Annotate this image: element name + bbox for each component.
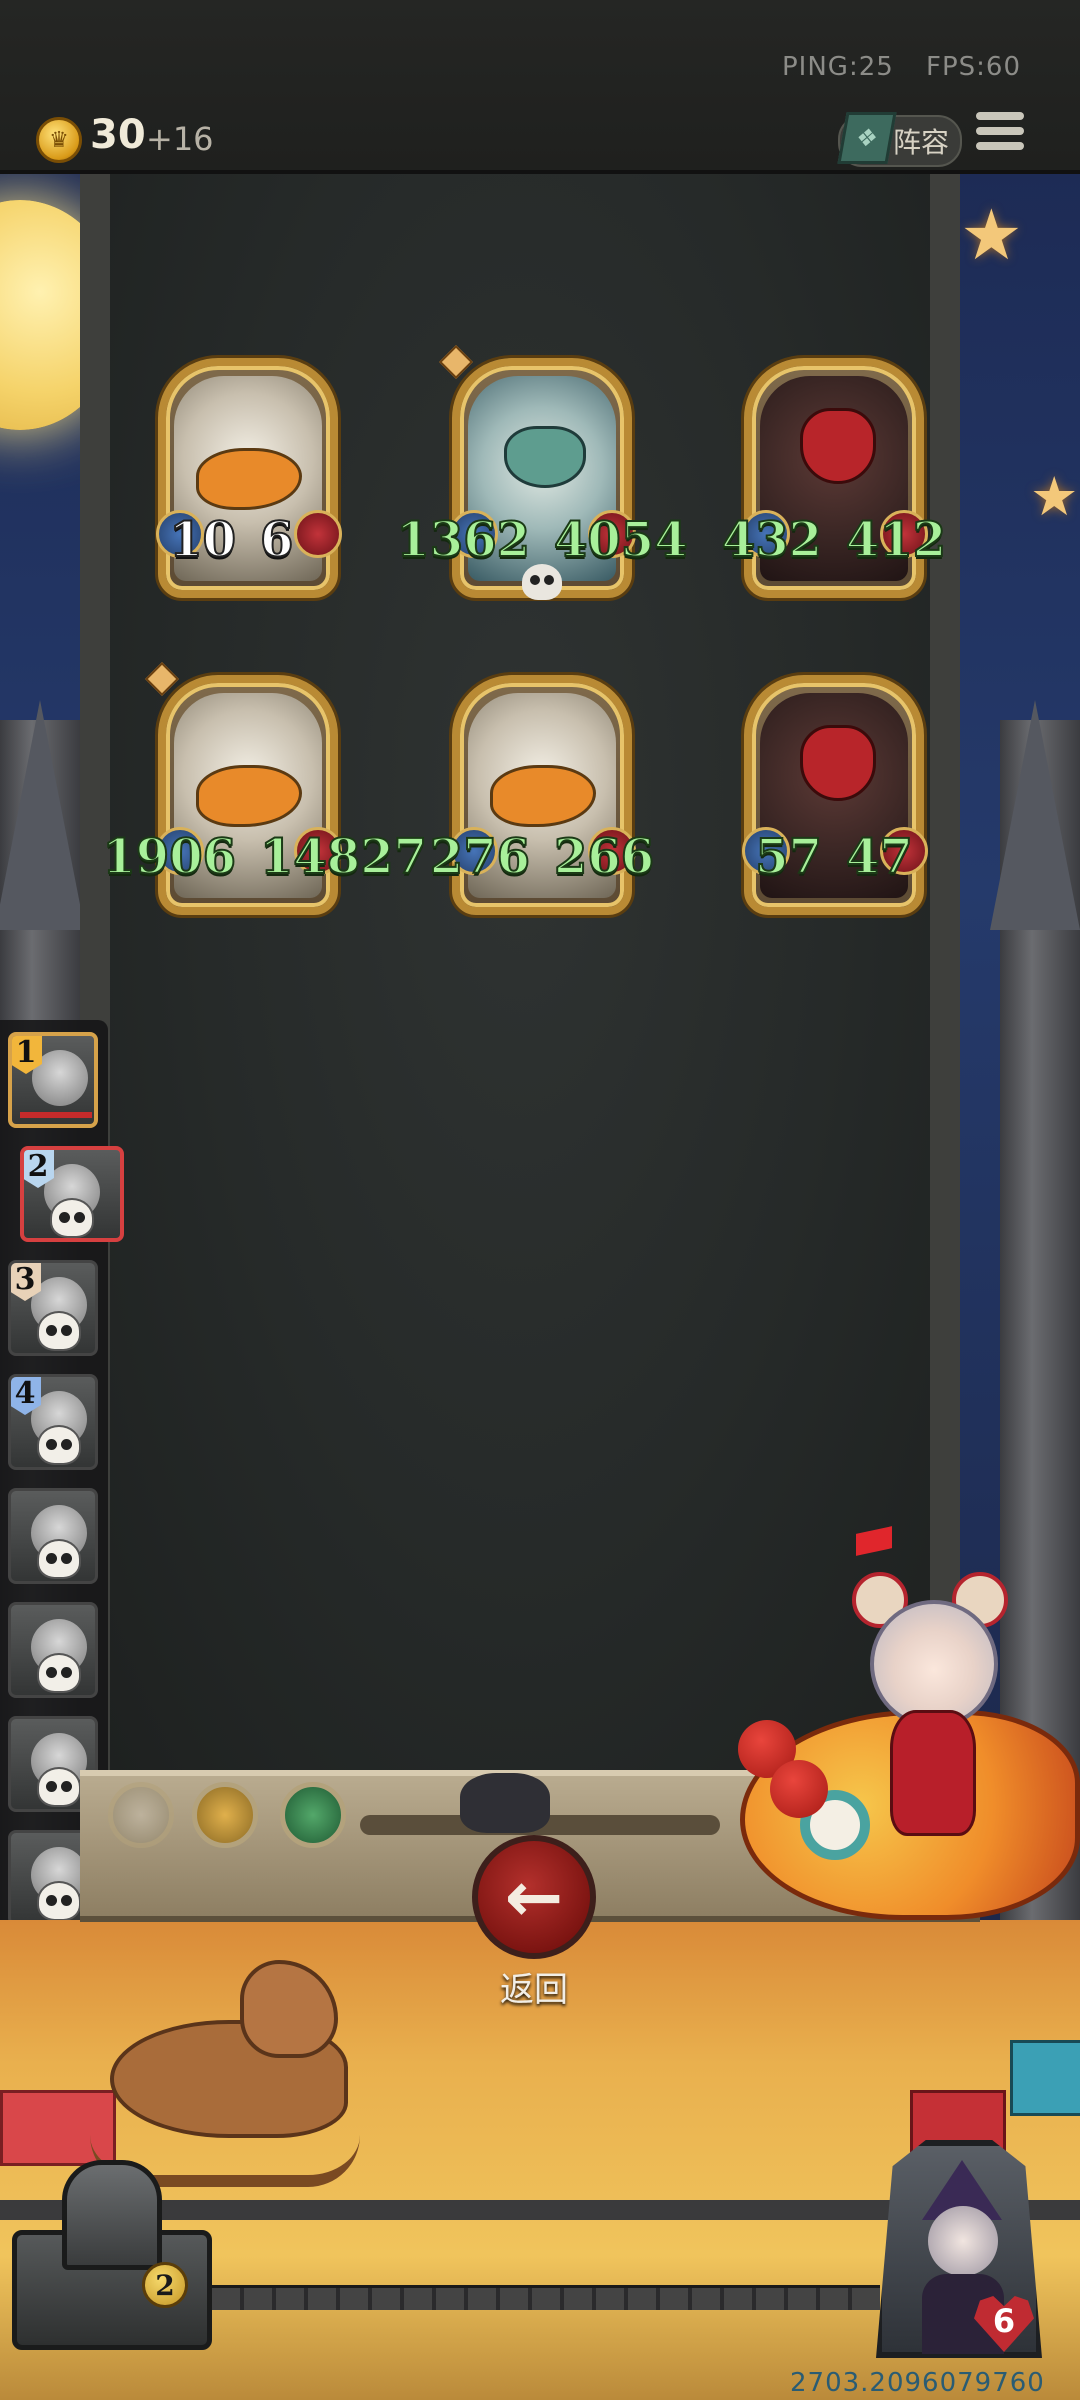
treasure-chest[interactable]: 2 <box>12 2160 212 2350</box>
lineup-button-label: 阵容 <box>893 126 950 159</box>
unit-card[interactable]: 10 6 <box>156 358 342 598</box>
unit-health: 4054 <box>553 511 689 569</box>
unit-card[interactable]: 432 412 <box>721 358 947 598</box>
book-icon: ❖ <box>837 112 897 164</box>
unit-attack: 57 <box>754 828 823 886</box>
unit-attack: 1906 <box>101 828 237 886</box>
left-spire <box>0 700 85 930</box>
unit-card[interactable]: 1906 14827 <box>101 662 428 915</box>
shop-slot-icon[interactable] <box>280 1782 346 1848</box>
skull-icon <box>37 1767 81 1807</box>
unit-attack: 432 <box>721 511 823 569</box>
unit-attack: 276 <box>429 828 531 886</box>
unit-health: 266 <box>553 828 655 886</box>
player-slot[interactable]: 3 <box>8 1260 98 1356</box>
back-button[interactable]: ← <box>472 1835 596 1959</box>
unit-card[interactable]: 1362 4054 <box>395 345 689 600</box>
red-ball-decoration <box>770 1760 828 1818</box>
right-spire <box>990 700 1080 930</box>
skull-icon <box>37 1425 81 1465</box>
star-decoration: ★ <box>960 194 1023 276</box>
top-hud: PING:25 FPS:60 ♛ 30 +16 ❖ 阵容 <box>0 0 1080 174</box>
unit-health: 6 <box>259 511 294 569</box>
skull-icon <box>37 1311 81 1351</box>
player-hero[interactable] <box>738 1560 1080 1960</box>
user-id: 2703.2096079760 <box>790 2368 1045 2398</box>
player-slot[interactable] <box>8 1488 98 1584</box>
game-screen: ★ ★ ★ ★ PING:25 FPS:60 ♛ 30 +16 ❖ 阵容 10 … <box>0 0 1080 2400</box>
skull-icon <box>522 564 562 600</box>
star-decoration: ★ <box>1030 465 1079 528</box>
rocking-horse-decoration <box>90 1960 370 2190</box>
shop-slot-icon[interactable] <box>192 1782 258 1848</box>
toy-block-decoration <box>1010 2040 1080 2116</box>
cat-icon <box>460 1773 550 1833</box>
ping-readout: PING:25 <box>782 52 894 82</box>
skull-icon <box>37 1881 81 1921</box>
arrow-left-icon: ← <box>504 1856 564 1938</box>
unit-card[interactable]: 57 47 <box>742 675 928 915</box>
player-slot[interactable] <box>8 1602 98 1698</box>
skull-icon <box>37 1653 81 1693</box>
hero-head <box>870 1600 998 1728</box>
player-slot[interactable]: 1 <box>8 1032 98 1128</box>
unit-card[interactable]: 276 266 <box>429 675 655 915</box>
player-hp: 6 <box>992 2302 1016 2340</box>
unit-attack: 10 <box>168 511 237 569</box>
unit-health: 412 <box>845 511 947 569</box>
player-face <box>928 2206 998 2276</box>
player-health-bar <box>20 1112 92 1118</box>
skull-icon <box>50 1198 94 1238</box>
unit-health: 47 <box>845 828 914 886</box>
gold-income: +16 <box>146 120 214 158</box>
gold-amount: 30 <box>90 112 146 158</box>
hero-body <box>890 1710 976 1836</box>
chest-count-badge: 2 <box>142 2262 188 2308</box>
shop-slot-icon[interactable] <box>108 1782 174 1848</box>
health-badge-icon <box>294 510 342 558</box>
skull-icon <box>37 1539 81 1579</box>
bottom-track <box>180 2285 880 2310</box>
fps-readout: FPS:60 <box>926 52 1021 82</box>
player-slot[interactable]: 2 <box>20 1146 124 1242</box>
gold-coin-icon: ♛ <box>36 117 82 163</box>
menu-icon[interactable] <box>976 112 1024 158</box>
player-slot[interactable]: 4 <box>8 1374 98 1470</box>
unit-health: 14827 <box>259 828 428 886</box>
chest-lid <box>62 2160 162 2270</box>
back-button-label: 返回 <box>500 1970 568 2010</box>
unit-attack: 1362 <box>395 511 531 569</box>
